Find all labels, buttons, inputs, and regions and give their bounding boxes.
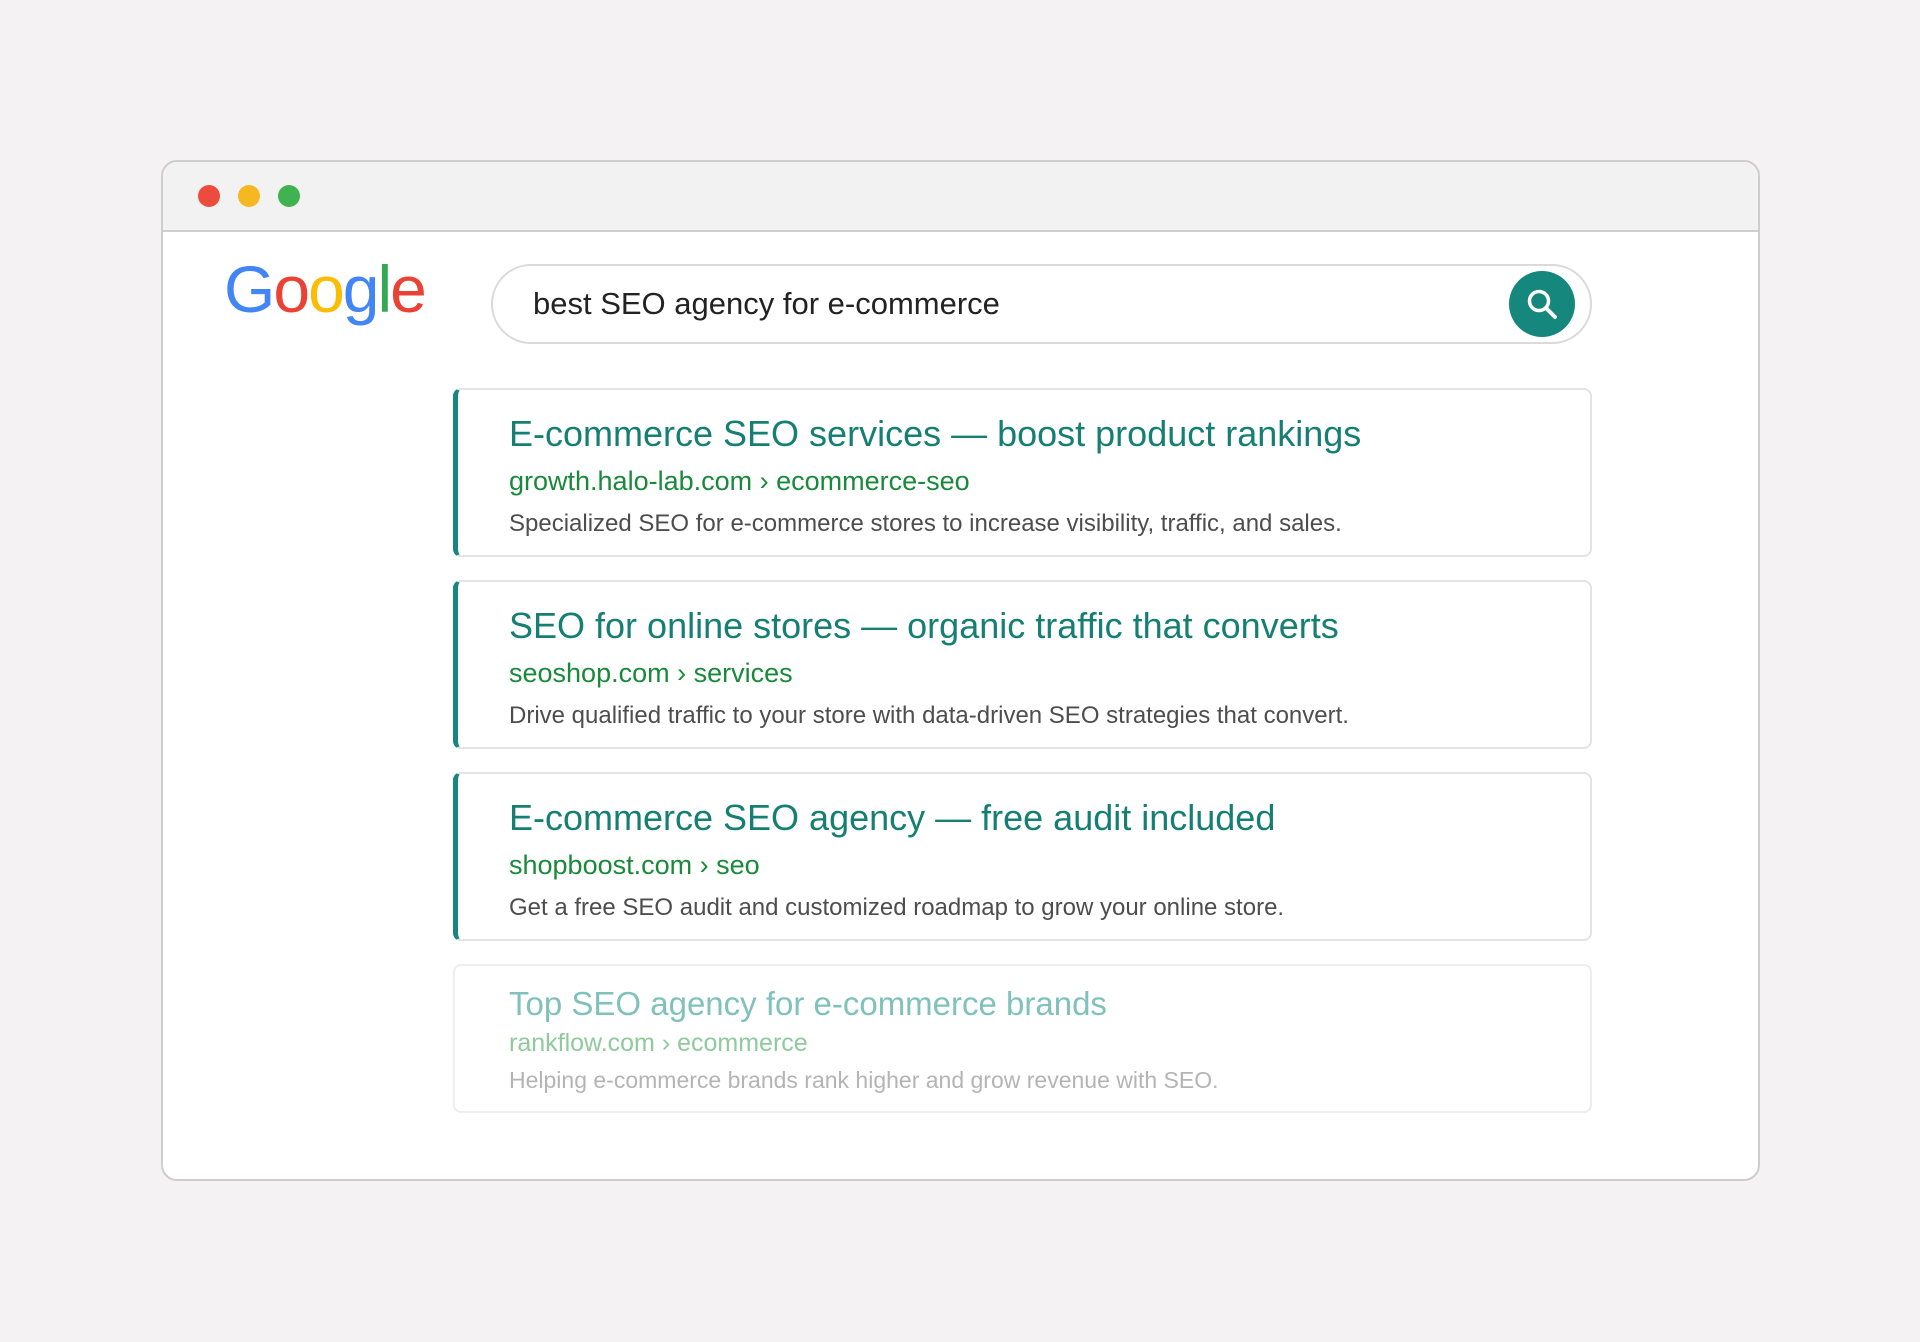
result-title[interactable]: SEO for online stores — organic traffic …	[509, 604, 1590, 648]
search-query-text[interactable]: best SEO agency for e-commerce	[533, 286, 1590, 322]
result-description: Get a free SEO audit and customized road…	[509, 894, 1285, 921]
logo-letter: g	[342, 252, 380, 326]
result-url[interactable]: growth.halo-lab.com › ecommerce-seo	[509, 464, 1590, 498]
browser-window: G o o g l e best SEO agency for e-commer…	[161, 160, 1760, 1181]
logo-letter: e	[390, 252, 427, 326]
google-logo[interactable]: G o o g l e	[224, 252, 427, 326]
result-title[interactable]: E-commerce SEO services — boost product …	[509, 412, 1590, 456]
title-bar	[163, 162, 1758, 232]
search-results-list: E-commerce SEO services — boost product …	[453, 388, 1592, 1136]
result-url[interactable]: seoshop.com › services	[509, 656, 1590, 690]
search-icon	[1527, 289, 1557, 319]
result-url[interactable]: shopboost.com › seo	[509, 848, 1590, 882]
logo-letter: l	[377, 252, 393, 326]
search-result-faded[interactable]: Top SEO agency for e-commerce brands ran…	[453, 964, 1592, 1113]
search-button[interactable]	[1509, 271, 1575, 337]
search-result[interactable]: E-commerce SEO agency — free audit inclu…	[453, 772, 1592, 941]
result-description: Helping e-commerce brands rank higher an…	[509, 1067, 1219, 1093]
search-result[interactable]: SEO for online stores — organic traffic …	[453, 580, 1592, 749]
minimize-window-button[interactable]	[238, 185, 260, 207]
result-description: Drive qualified traffic to your store wi…	[509, 702, 1349, 729]
result-title[interactable]: E-commerce SEO agency — free audit inclu…	[509, 796, 1590, 840]
result-description: Specialized SEO for e-commerce stores to…	[509, 510, 1342, 537]
logo-letter: G	[224, 252, 275, 326]
result-url[interactable]: rankflow.com › ecommerce	[509, 1026, 1590, 1060]
search-input[interactable]: best SEO agency for e-commerce	[491, 264, 1592, 344]
logo-letter: o	[308, 252, 345, 326]
close-window-button[interactable]	[198, 185, 220, 207]
search-result[interactable]: E-commerce SEO services — boost product …	[453, 388, 1592, 557]
logo-letter: o	[273, 252, 310, 326]
result-title[interactable]: Top SEO agency for e-commerce brands	[509, 984, 1590, 1024]
maximize-window-button[interactable]	[278, 185, 300, 207]
